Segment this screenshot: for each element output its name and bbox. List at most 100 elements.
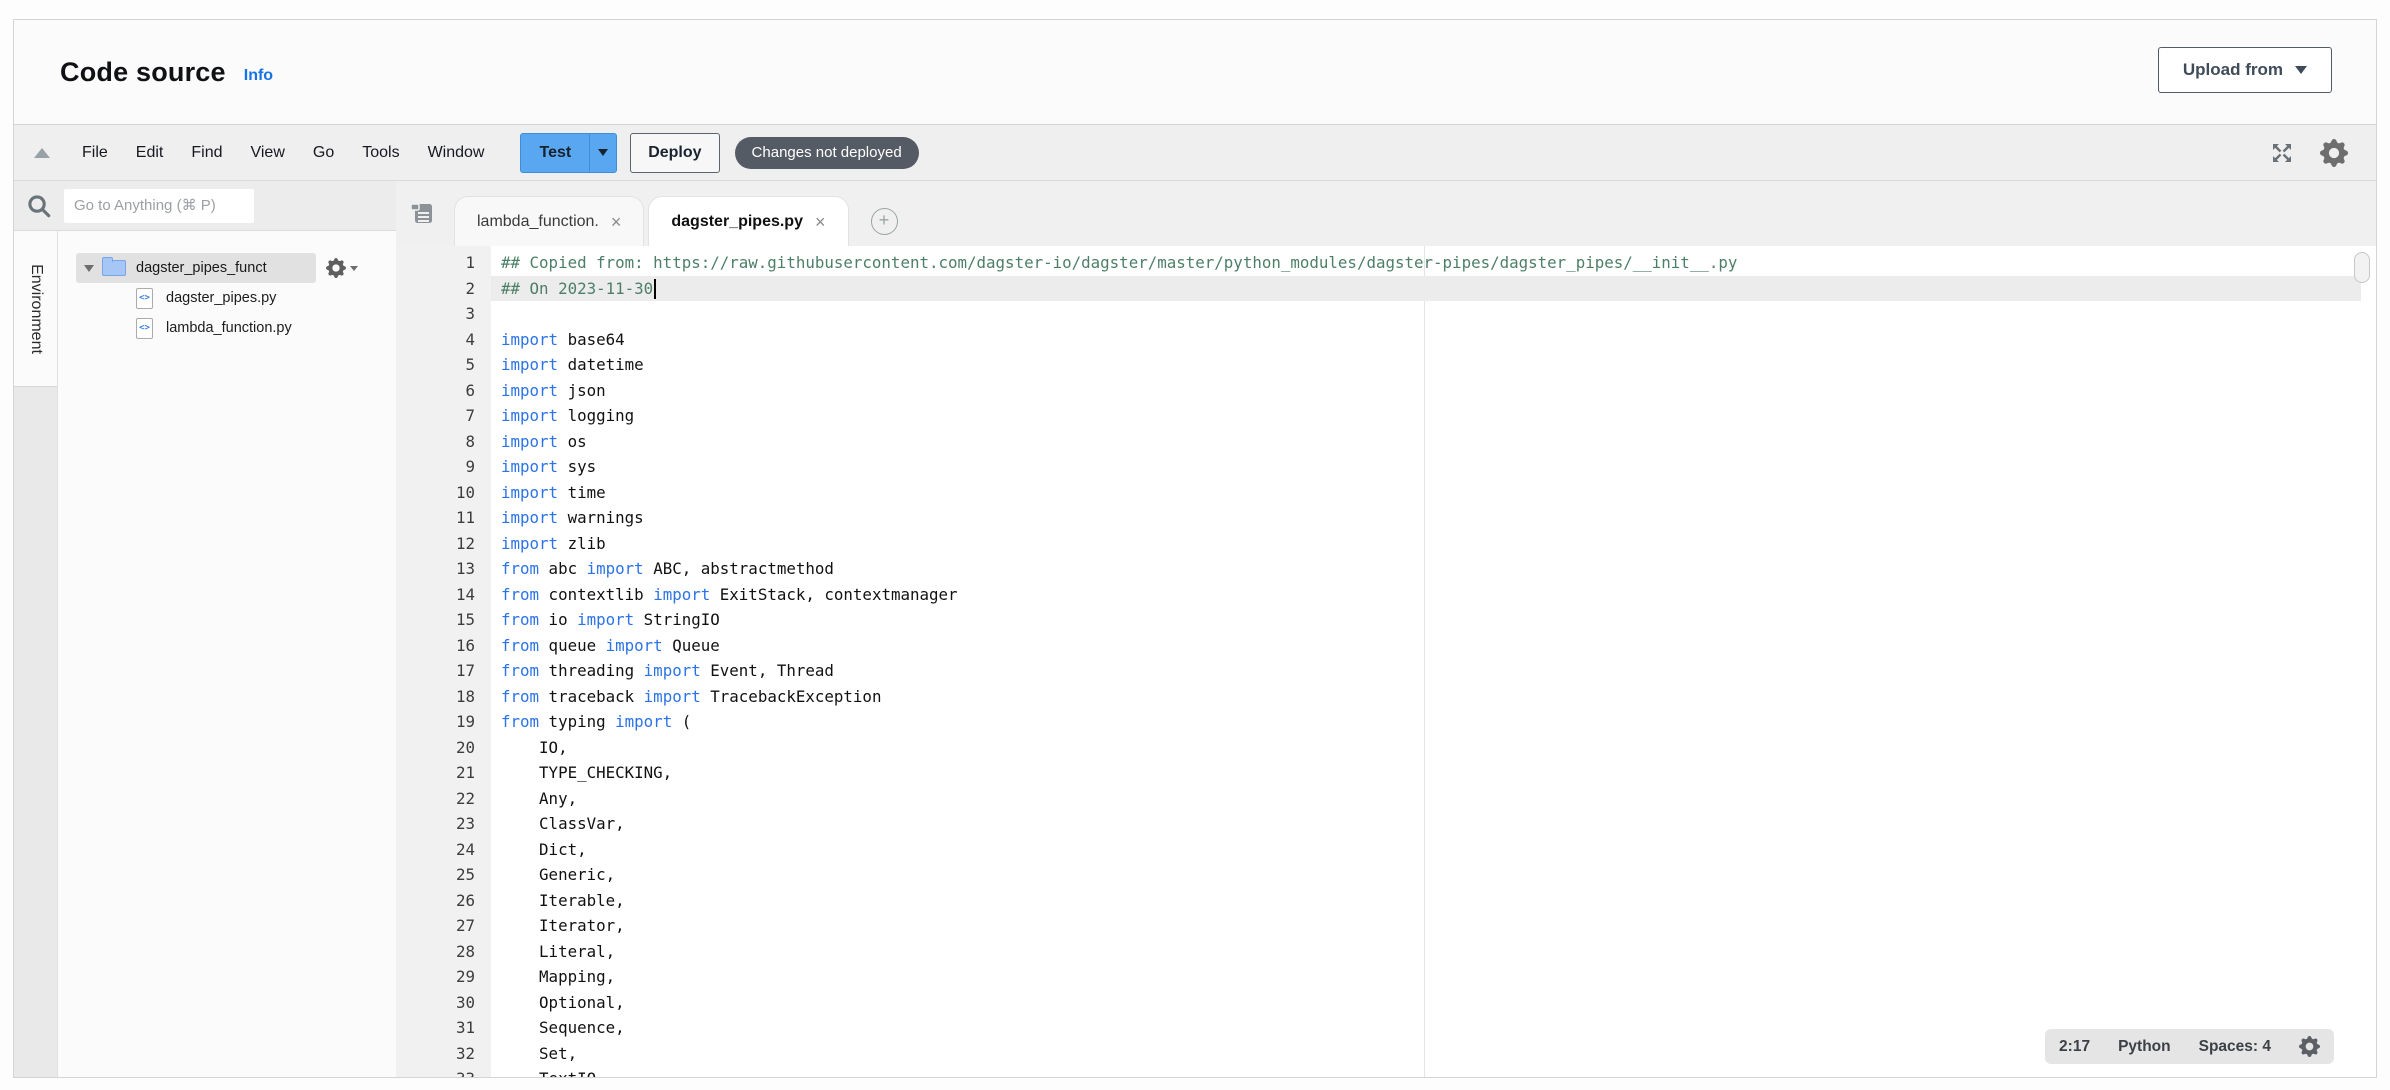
code-line: from abc import ABC, abstractmethod <box>491 556 2361 582</box>
menu-item-window[interactable]: Window <box>414 136 499 170</box>
line-number: 21 <box>396 760 491 786</box>
line-number: 9 <box>396 454 491 480</box>
code-line: import time <box>491 480 2361 506</box>
code-source-panel: Code source Info Upload from FileEditFin… <box>13 19 2377 1078</box>
tree-file-row[interactable]: <>dagster_pipes.py <box>58 283 396 313</box>
line-number: 7 <box>396 403 491 429</box>
tab-label: lambda_function. <box>477 213 599 231</box>
tree-settings-button[interactable] <box>326 258 358 278</box>
line-number: 27 <box>396 913 491 939</box>
code-line: TextIO <box>491 1066 2361 1077</box>
settings-gear-icon[interactable] <box>2320 139 2348 167</box>
chevron-down-icon[interactable] <box>84 265 94 272</box>
environment-strip: Environment <box>14 231 58 1077</box>
code-line: from contextlib import ExitStack, contex… <box>491 582 2361 608</box>
line-number: 17 <box>396 658 491 684</box>
menu-items: FileEditFindViewGoToolsWindow <box>68 136 498 170</box>
editor-settings-gear-icon[interactable] <box>2299 1036 2320 1057</box>
file-tree-files: <>dagster_pipes.py<>lambda_function.py <box>58 283 396 343</box>
new-tab-button[interactable]: + <box>871 208 898 235</box>
code-line: from typing import ( <box>491 709 2361 735</box>
menu-item-view[interactable]: View <box>236 136 298 170</box>
line-number: 11 <box>396 505 491 531</box>
language-mode[interactable]: Python <box>2118 1038 2171 1056</box>
code-line: import sys <box>491 454 2361 480</box>
line-number: 31 <box>396 1015 491 1041</box>
code-line: Any, <box>491 786 2361 812</box>
line-number: 3 <box>396 301 491 327</box>
search-icon[interactable] <box>26 193 52 219</box>
line-number: 12 <box>396 531 491 557</box>
menu-item-edit[interactable]: Edit <box>122 136 178 170</box>
left-column: Environment dagster_pipes_funct <box>14 181 396 1077</box>
line-number: 20 <box>396 735 491 761</box>
test-button[interactable]: Test <box>520 133 589 173</box>
collapse-panel-icon[interactable] <box>34 148 50 158</box>
deploy-button[interactable]: Deploy <box>630 133 719 173</box>
line-number: 26 <box>396 888 491 914</box>
code-line: import warnings <box>491 505 2361 531</box>
tabs: lambda_function. × dagster_pipes.py × <box>454 196 849 246</box>
line-number: 10 <box>396 480 491 506</box>
code-line: TYPE_CHECKING, <box>491 760 2361 786</box>
info-link[interactable]: Info <box>244 67 273 85</box>
line-number: 22 <box>396 786 491 812</box>
menubar: FileEditFindViewGoToolsWindow Test Deplo… <box>14 124 2376 181</box>
tab-lambda-function[interactable]: lambda_function. × <box>454 196 644 246</box>
code-line: import datetime <box>491 352 2361 378</box>
code-line: Literal, <box>491 939 2361 965</box>
spaces-setting[interactable]: Spaces: 4 <box>2199 1038 2271 1056</box>
code-line <box>491 301 2361 327</box>
vertical-scrollbar[interactable] <box>2354 252 2370 283</box>
fullscreen-icon[interactable] <box>2270 141 2294 165</box>
code-line: Optional, <box>491 990 2361 1016</box>
goto-anything-input[interactable] <box>64 189 254 223</box>
status-badge: Changes not deployed <box>735 137 919 169</box>
code-line: Iterable, <box>491 888 2361 914</box>
line-number: 29 <box>396 964 491 990</box>
line-number: 2 <box>396 276 491 302</box>
cursor-position[interactable]: 2:17 <box>2059 1038 2090 1056</box>
page-title: Code source <box>60 57 226 88</box>
menu-item-file[interactable]: File <box>68 136 122 170</box>
code-line: from traceback import TracebackException <box>491 684 2361 710</box>
code-line: ## Copied from: https://raw.githubuserco… <box>491 250 2361 276</box>
code-line: from io import StringIO <box>491 607 2361 633</box>
code-line: import base64 <box>491 327 2361 353</box>
test-dropdown-button[interactable] <box>589 133 617 173</box>
menu-item-go[interactable]: Go <box>299 136 348 170</box>
menu-item-find[interactable]: Find <box>177 136 236 170</box>
line-number-gutter: 1234567891011121314151617181920212223242… <box>396 246 491 1077</box>
close-icon[interactable]: × <box>815 213 826 231</box>
chevron-down-icon <box>350 266 358 271</box>
code-line: ## On 2023-11-30 <box>491 276 2361 302</box>
line-number: 16 <box>396 633 491 659</box>
python-file-icon: <> <box>136 288 153 309</box>
upload-from-label: Upload from <box>2183 60 2283 80</box>
tree-file-row[interactable]: <>lambda_function.py <box>58 313 396 343</box>
tree-folder-row[interactable]: dagster_pipes_funct <box>58 253 396 283</box>
chevron-down-icon <box>598 149 608 156</box>
line-number: 1 <box>396 250 491 276</box>
editor-column: lambda_function. × dagster_pipes.py × + … <box>396 181 2376 1077</box>
line-number: 25 <box>396 862 491 888</box>
tree-folder-selected[interactable]: dagster_pipes_funct <box>76 253 316 283</box>
tab-list-icon[interactable] <box>408 201 436 232</box>
menu-item-tools[interactable]: Tools <box>348 136 413 170</box>
code-editor[interactable]: 1234567891011121314151617181920212223242… <box>396 246 2376 1077</box>
line-number: 32 <box>396 1041 491 1067</box>
line-number: 15 <box>396 607 491 633</box>
code-line: Dict, <box>491 837 2361 863</box>
line-number: 33 <box>396 1066 491 1077</box>
tab-dagster-pipes[interactable]: dagster_pipes.py × <box>648 196 848 246</box>
code-line: Generic, <box>491 862 2361 888</box>
line-number: 19 <box>396 709 491 735</box>
code-lines: ## Copied from: https://raw.githubuserco… <box>491 250 2376 1077</box>
close-icon[interactable]: × <box>611 213 622 231</box>
tree-file-label: lambda_function.py <box>166 320 292 336</box>
environment-tab[interactable]: Environment <box>14 231 57 387</box>
test-split-button[interactable]: Test <box>520 133 617 173</box>
code-line: import json <box>491 378 2361 404</box>
line-number: 24 <box>396 837 491 863</box>
upload-from-button[interactable]: Upload from <box>2158 47 2332 93</box>
